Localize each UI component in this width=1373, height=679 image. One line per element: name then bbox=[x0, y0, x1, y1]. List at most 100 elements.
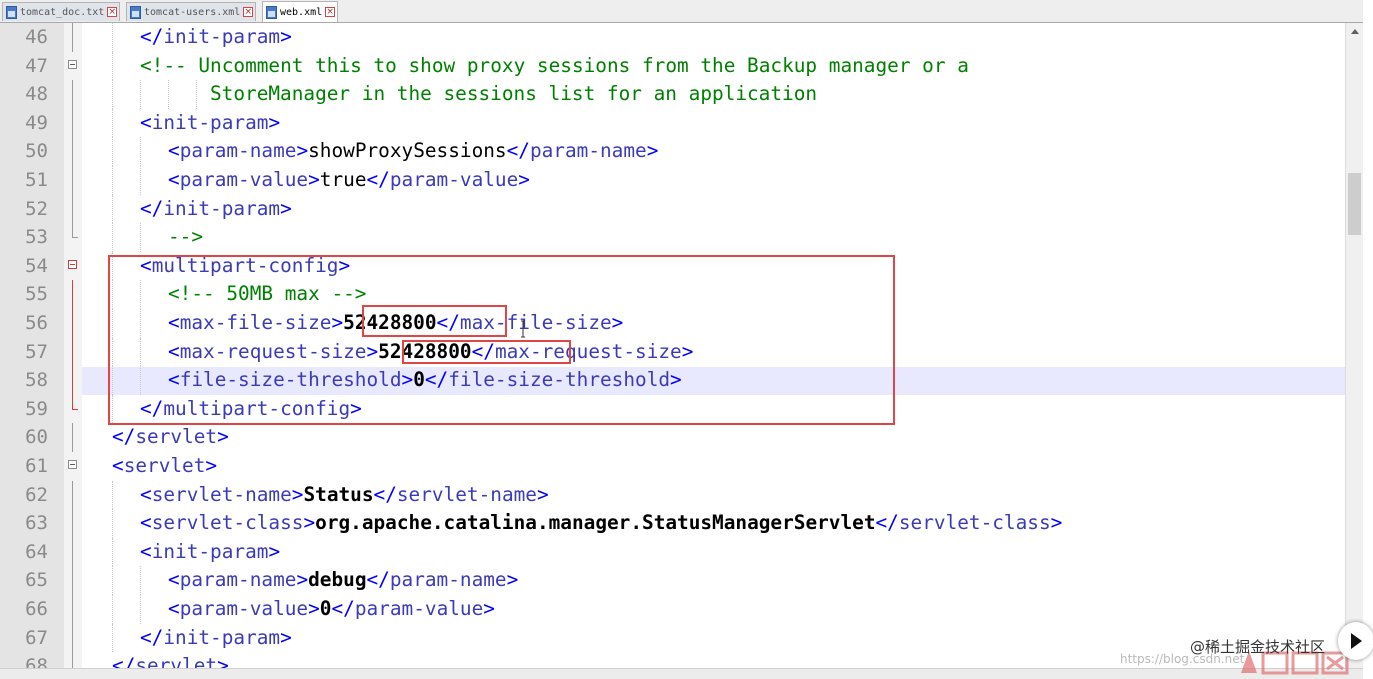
fold-guide bbox=[72, 223, 73, 239]
fold-guide bbox=[72, 337, 73, 367]
code-line[interactable]: 60 </servlet> bbox=[0, 423, 1345, 452]
code-token: param-name bbox=[179, 568, 297, 592]
code-token: > bbox=[308, 597, 320, 620]
tab-web-xml[interactable]: web.xml × bbox=[262, 1, 339, 22]
code-text[interactable]: <param-name>debug</param-name> bbox=[168, 566, 518, 595]
code-line[interactable]: 46 </init-param> bbox=[0, 23, 1345, 52]
code-line[interactable]: 47 <!-- Uncomment this to show proxy sess… bbox=[0, 51, 1345, 81]
code-token: </ bbox=[140, 196, 164, 220]
code-token: > bbox=[205, 454, 218, 477]
close-icon[interactable]: × bbox=[243, 7, 254, 17]
code-text[interactable]: </servlet> bbox=[112, 652, 229, 668]
code-text[interactable]: StoreManager in the sessions list for an… bbox=[210, 80, 817, 109]
code-token: servlet-class bbox=[898, 511, 1051, 535]
fold-guide bbox=[72, 309, 73, 338]
code-token: > bbox=[280, 625, 292, 649]
line-number: 65 bbox=[25, 569, 48, 592]
play-button[interactable] bbox=[1338, 622, 1373, 660]
code-text[interactable]: <init-param> bbox=[140, 538, 280, 567]
fold-guide bbox=[72, 595, 73, 624]
code-line[interactable]: 66 <param-value>0</param-value> bbox=[0, 595, 1345, 624]
code-text[interactable]: </init-param> bbox=[140, 195, 292, 224]
line-number: 66 bbox=[25, 598, 48, 620]
window-edge bbox=[1363, 0, 1373, 678]
code-line[interactable]: 65 <param-name>debug</param-name> bbox=[0, 566, 1345, 595]
code-line[interactable]: 61 <servlet> bbox=[0, 452, 1345, 481]
code-token: org.apache.catalina.manager.StatusManage… bbox=[315, 511, 876, 535]
code-token: < bbox=[140, 110, 152, 134]
code-line[interactable]: 62 <servlet-name>Status</servlet-name> bbox=[0, 480, 1345, 510]
code-text[interactable]: <param-name>showProxySessions</param-nam… bbox=[168, 137, 658, 166]
code-line[interactable]: 52 </init-param> bbox=[0, 194, 1345, 224]
code-text[interactable]: </servlet> bbox=[112, 423, 229, 452]
code-token: < bbox=[168, 597, 180, 620]
fold-guide bbox=[72, 480, 73, 510]
code-line[interactable]: 51 <param-value>true</param-value> bbox=[0, 166, 1345, 195]
fold-guide bbox=[72, 652, 73, 668]
text-cursor-icon bbox=[521, 320, 525, 338]
code-line[interactable]: 48 StoreManager in the sessions list for … bbox=[0, 80, 1345, 109]
code-text[interactable]: <servlet-name>Status</servlet-name> bbox=[140, 481, 549, 510]
code-token: < bbox=[140, 539, 152, 563]
tab-label: web.xml bbox=[280, 6, 323, 18]
indent-guide bbox=[196, 80, 197, 109]
fold-icon[interactable] bbox=[68, 460, 77, 469]
code-line[interactable]: 67 </init-param> bbox=[0, 623, 1345, 653]
code-text[interactable]: <param-value>0</param-value> bbox=[168, 595, 495, 624]
file-icon bbox=[266, 5, 277, 19]
code-line[interactable]: 49 <init-param> bbox=[0, 108, 1345, 138]
fold-guide bbox=[72, 137, 73, 166]
code-text[interactable]: </init-param> bbox=[140, 23, 292, 52]
code-token: param-value bbox=[179, 597, 309, 620]
code-line[interactable]: 63 <servlet-class>org.apache.catalina.man… bbox=[0, 509, 1345, 538]
code-token: </ bbox=[331, 597, 355, 620]
tab-tomcat-doc[interactable]: tomcat_doc.txt × bbox=[2, 2, 121, 21]
code-token: init-param bbox=[151, 539, 269, 563]
line-number: 54 bbox=[25, 254, 48, 277]
fold-guide bbox=[72, 394, 73, 410]
code-token: </ bbox=[875, 511, 899, 535]
code-editor[interactable]: 46 </init-param> 47 <!-- Uncomment this to … bbox=[0, 23, 1345, 668]
code-token: servlet bbox=[135, 654, 218, 668]
code-token: servlet bbox=[123, 454, 206, 477]
scrollbar-thumb[interactable] bbox=[1348, 173, 1361, 235]
fold-guide bbox=[72, 280, 73, 309]
code-token: > bbox=[296, 139, 309, 163]
line-number: 62 bbox=[25, 483, 48, 506]
code-token: > bbox=[268, 110, 281, 134]
close-icon[interactable]: × bbox=[107, 7, 118, 17]
code-text[interactable]: <servlet> bbox=[112, 452, 217, 481]
indent-guide bbox=[112, 623, 113, 653]
code-token: > bbox=[303, 511, 316, 535]
code-text[interactable]: <servlet-class>org.apache.catalina.manag… bbox=[140, 509, 1062, 538]
code-token: servlet bbox=[135, 425, 218, 449]
line-number: 52 bbox=[25, 197, 48, 220]
scroll-up-arrow-icon[interactable] bbox=[1351, 29, 1359, 34]
code-text[interactable]: <init-param> bbox=[140, 109, 280, 138]
code-token: 0 bbox=[319, 597, 332, 620]
code-token: debug bbox=[308, 568, 367, 592]
code-token: --> bbox=[168, 225, 204, 249]
code-line[interactable]: 53 --> bbox=[0, 223, 1345, 252]
indent-guide bbox=[112, 194, 113, 224]
tab-tomcat-users[interactable]: tomcat-users.xml × bbox=[126, 2, 257, 21]
fold-guide bbox=[72, 166, 73, 195]
fold-icon[interactable] bbox=[68, 59, 77, 69]
fold-icon[interactable] bbox=[68, 259, 77, 269]
code-token: > bbox=[280, 25, 292, 48]
close-icon[interactable]: × bbox=[325, 7, 336, 17]
code-line[interactable]: 64 <init-param> bbox=[0, 537, 1345, 567]
code-token: < bbox=[168, 168, 180, 191]
code-text[interactable]: <param-value>true</param-value> bbox=[168, 166, 530, 195]
line-number: 47 bbox=[25, 54, 48, 77]
code-token: param-value bbox=[179, 168, 309, 191]
horizontal-scrollbar[interactable] bbox=[0, 668, 1363, 679]
watermark-community: @稀土掘金技术社区 bbox=[1190, 638, 1326, 656]
code-text[interactable]: <!-- Uncomment this to show proxy sessio… bbox=[140, 52, 969, 81]
vertical-scrollbar[interactable] bbox=[1345, 23, 1364, 668]
code-text[interactable]: --> bbox=[168, 223, 203, 252]
code-line[interactable]: 50 <param-name>showProxySessions</param-n… bbox=[0, 137, 1345, 166]
code-text[interactable]: </init-param> bbox=[140, 624, 292, 653]
code-token: param-name bbox=[529, 139, 647, 163]
indent-guide bbox=[112, 23, 113, 52]
